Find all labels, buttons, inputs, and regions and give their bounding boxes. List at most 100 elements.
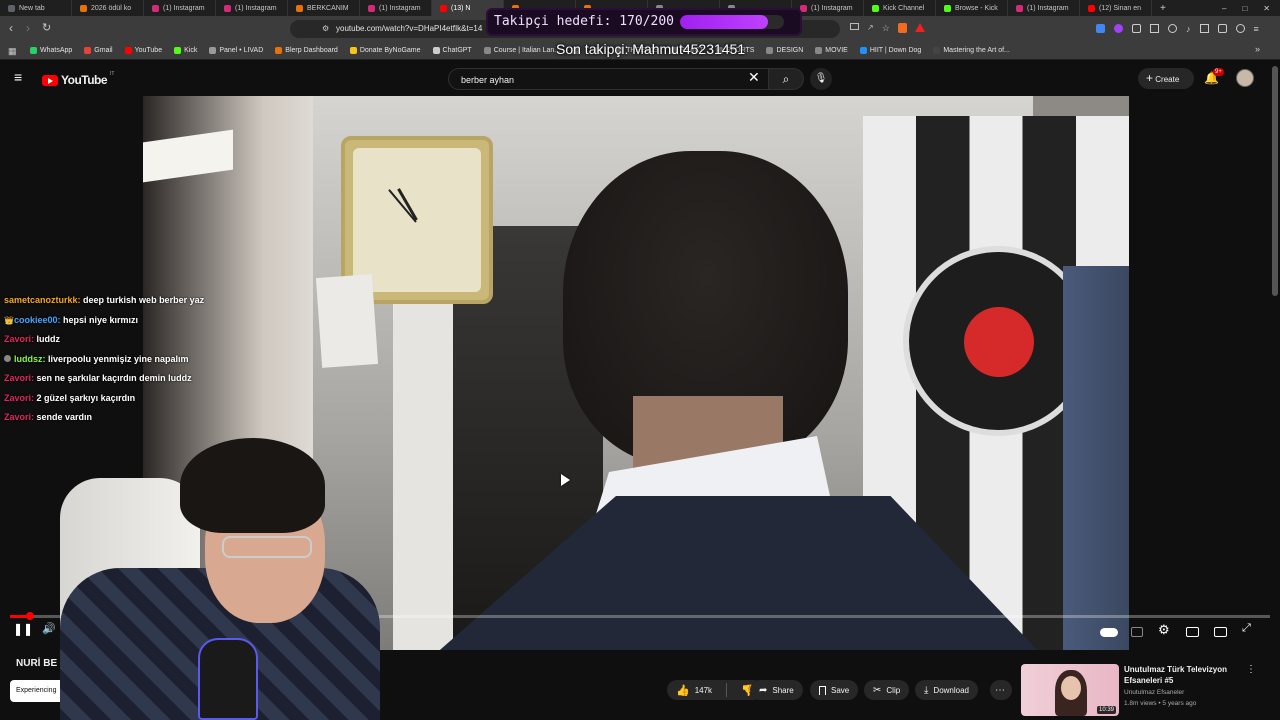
bookmark-item[interactable]: Gmail: [84, 47, 113, 54]
avatar[interactable]: [1236, 69, 1254, 87]
youtube-logo[interactable]: YouTube IT: [42, 71, 115, 87]
chat-text: hepsi niye kırmızı: [63, 314, 139, 325]
clip-button[interactable]: ✂ Clip: [864, 680, 910, 700]
bookmark-label: YouTube: [134, 47, 163, 54]
back-icon[interactable]: ‹: [9, 21, 13, 35]
toolbar-icons: ♪ ≡: [1096, 24, 1276, 34]
recommended-title[interactable]: Unutulmaz Türk Televizyon Efsaneleri #5: [1124, 664, 1239, 686]
bookmark-favicon-icon: [483, 47, 491, 54]
search-input[interactable]: berber ayhan: [448, 68, 768, 90]
browser-tab[interactable]: Kick Channel: [864, 0, 936, 16]
bookmark-favicon-icon: [432, 47, 440, 54]
chat-message: 👑cookiee00: hepsi niye kırmızı: [4, 315, 304, 335]
bookmark-label: Kick: [184, 47, 198, 54]
bookmark-item[interactable]: Kick: [174, 47, 197, 54]
chat-username: sametcanozturkk:: [4, 295, 81, 305]
search-button[interactable]: ⌕: [768, 68, 804, 90]
like-button[interactable]: 👍 147k: [667, 684, 721, 697]
extension-icon[interactable]: [1168, 24, 1177, 33]
bookmark-item[interactable]: Donate ByNoGame: [349, 47, 421, 54]
browser-tab[interactable]: (1) Instagram: [360, 0, 432, 16]
subtitles-icon[interactable]: [1131, 627, 1143, 637]
extension-icon[interactable]: [1150, 24, 1159, 33]
browser-tab[interactable]: 2026 ödül ko: [72, 0, 144, 16]
minimize-icon[interactable]: –: [1222, 4, 1226, 13]
browser-tab[interactable]: BERKCANIM: [288, 0, 360, 16]
scissors-icon: ✂: [873, 684, 882, 696]
bookmark-item[interactable]: Blerp Dashboard: [275, 47, 338, 54]
create-button[interactable]: + Create: [1138, 68, 1194, 89]
browser-tab[interactable]: New tab: [0, 0, 72, 16]
bookmark-item[interactable]: Panel • LIVAD: [209, 47, 263, 54]
extension-icon[interactable]: [1096, 24, 1105, 33]
chat-text: liverpoolu yenmişiz yine napalım: [48, 353, 189, 364]
fullscreen-icon[interactable]: ⤢: [1242, 622, 1251, 635]
more-horizontal-icon: ⋯: [995, 684, 1005, 696]
tab-title: (1) Instagram: [163, 4, 205, 12]
browser-tab[interactable]: (1) Instagram: [792, 0, 864, 16]
cast-icon[interactable]: [1214, 627, 1227, 637]
extension-icon[interactable]: [1114, 24, 1123, 33]
share-page-icon[interactable]: ↗: [867, 23, 874, 35]
chat-message: Zavori: sende vardın: [4, 412, 304, 432]
new-tab-icon[interactable]: +: [1152, 3, 1174, 14]
bookmark-item[interactable]: DESIGN: [766, 47, 803, 54]
more-actions-button[interactable]: ⋯: [990, 680, 1012, 700]
apps-grid-icon[interactable]: ▦: [8, 46, 17, 57]
menu-icon[interactable]: ≡: [1254, 24, 1259, 34]
window-controls: – □ ✕: [1222, 4, 1280, 13]
bookmark-item[interactable]: MOVIE: [815, 47, 848, 54]
bookmark-item[interactable]: YouTube: [124, 47, 163, 54]
save-button[interactable]: Save: [810, 680, 859, 700]
browser-tab[interactable]: (1) Instagram: [144, 0, 216, 16]
bookmark-item[interactable]: HIIT | Down Dog: [859, 47, 922, 54]
download-icon: ⤓: [924, 684, 929, 696]
bookmark-item[interactable]: WhatsApp: [30, 47, 72, 54]
star-icon[interactable]: ☆: [882, 23, 890, 35]
download-label: Download: [933, 685, 969, 695]
forward-icon[interactable]: ›: [26, 21, 30, 35]
page-scrollbar[interactable]: [1272, 66, 1278, 296]
settings-gear-icon[interactable]: ⚙: [1158, 622, 1170, 638]
bookmark-item[interactable]: Course | Italian Lan...: [483, 47, 560, 54]
voice-search-button[interactable]: 🎙: [810, 68, 832, 90]
brave-rewards-icon[interactable]: [914, 23, 925, 32]
download-button[interactable]: ⤓ Download: [915, 680, 978, 700]
hamburger-menu-icon[interactable]: ≡: [14, 69, 22, 85]
wallet-icon[interactable]: [1217, 24, 1227, 33]
maximize-icon[interactable]: □: [1242, 4, 1247, 13]
share-icon: ➦: [759, 684, 768, 696]
bookmark-item[interactable]: Mastering the Art of...: [933, 47, 1010, 54]
bookmark-label: HIIT | Down Dog: [869, 47, 922, 54]
bookmark-favicon-icon: [209, 47, 217, 54]
miniplayer-icon[interactable]: [1186, 627, 1199, 637]
cast-icon[interactable]: [850, 23, 859, 30]
bookmark-icon: [819, 685, 826, 695]
bookmark-item[interactable]: ChatGPT: [432, 47, 472, 54]
recommended-video[interactable]: 10:39 Unutulmaz Türk Televizyon Efsanele…: [1021, 664, 1261, 716]
video-thumbnail[interactable]: 10:39: [1021, 664, 1119, 716]
share-button[interactable]: ➦ Share: [750, 680, 803, 700]
more-vert-icon[interactable]: ⋮: [1246, 664, 1256, 675]
sidebar-icon[interactable]: [1199, 24, 1209, 33]
clear-search-icon[interactable]: ✕: [748, 69, 760, 86]
thumbs-up-icon: 👍: [676, 684, 690, 697]
tab-favicon-icon: [80, 4, 87, 12]
puzzle-icon[interactable]: [1132, 24, 1141, 33]
vpn-icon[interactable]: [1235, 24, 1245, 33]
brave-shield-icon[interactable]: [897, 23, 907, 33]
chat-text: sende vardın: [36, 412, 93, 422]
close-window-icon[interactable]: ✕: [1263, 4, 1270, 13]
browser-tab[interactable]: (1) Instagram: [1008, 0, 1080, 16]
more-bookmarks-icon[interactable]: »: [1255, 44, 1260, 54]
autoplay-toggle[interactable]: [1100, 628, 1118, 637]
clip-label: Clip: [886, 685, 901, 695]
browser-tab[interactable]: (1) Instagram: [216, 0, 288, 16]
browser-tab[interactable]: Browse - Kick: [936, 0, 1008, 16]
music-icon[interactable]: ♪: [1186, 24, 1191, 34]
site-info-icon[interactable]: ⚙: [322, 24, 329, 33]
recommended-channel[interactable]: Unutulmaz Efsaneler: [1124, 689, 1184, 696]
browser-tab[interactable]: (12) Sinan en: [1080, 0, 1152, 16]
door-frame: [393, 296, 453, 650]
reload-icon[interactable]: ↻: [42, 21, 51, 34]
